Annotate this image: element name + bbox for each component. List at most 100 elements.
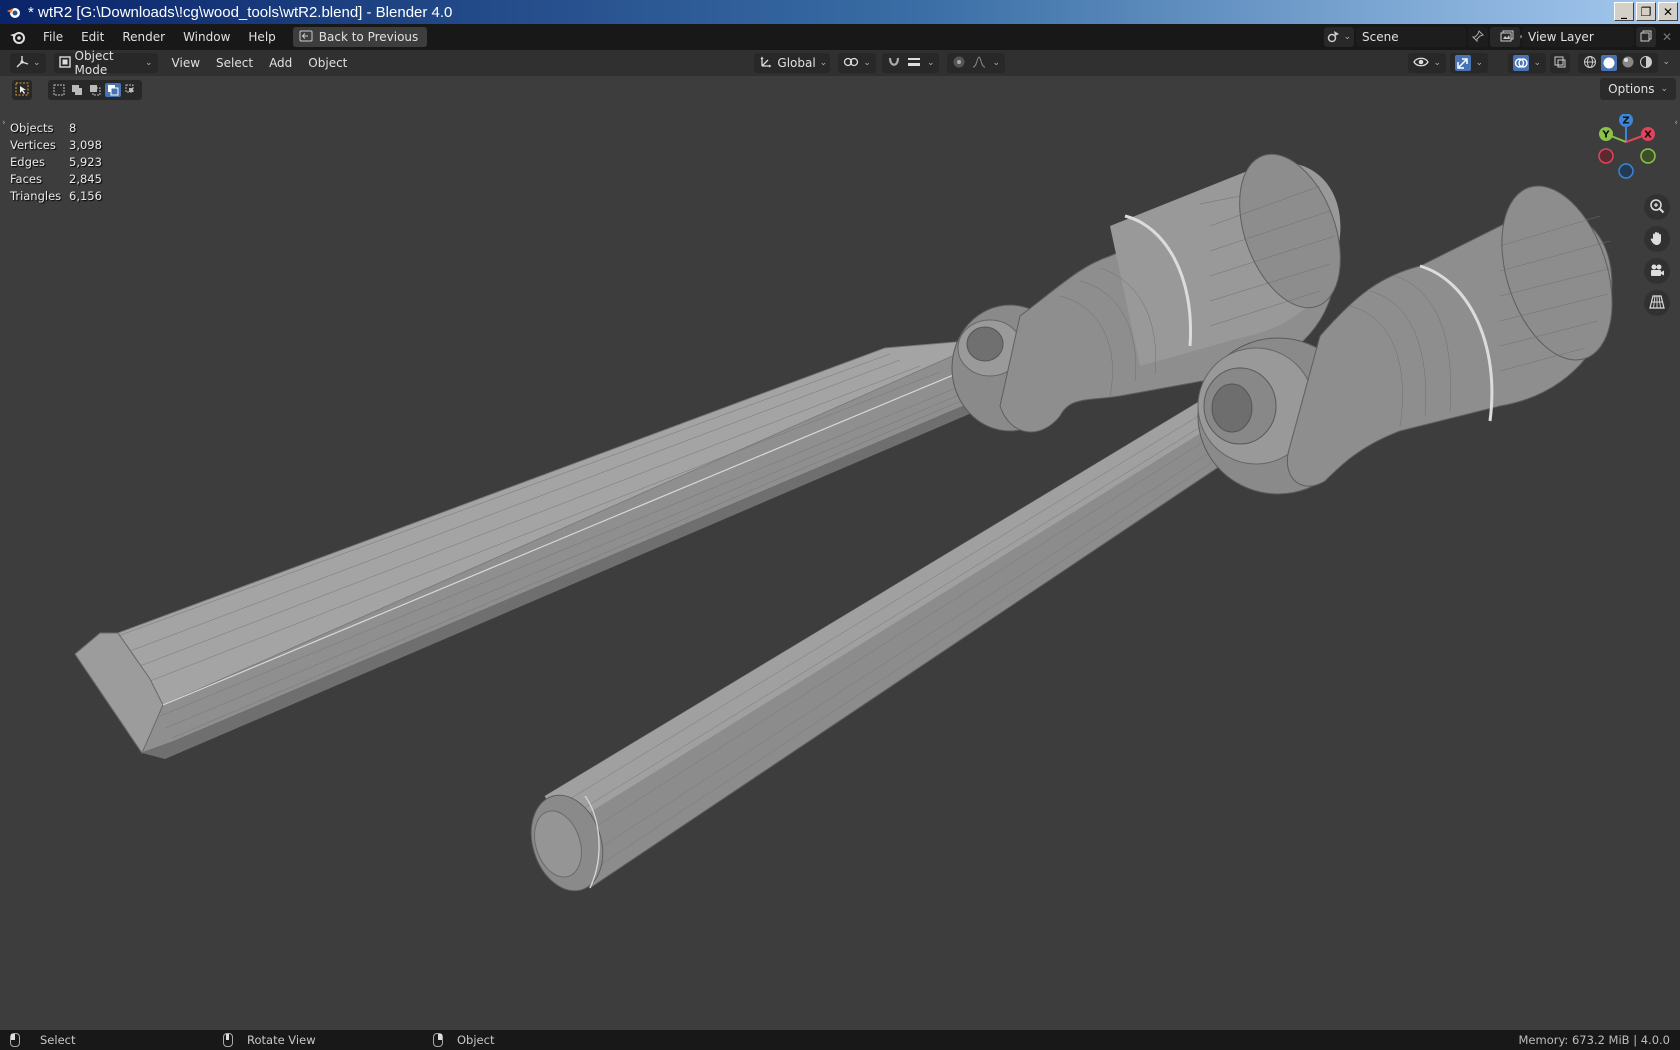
menu-file[interactable]: File xyxy=(34,24,72,50)
pivot-icon xyxy=(843,56,859,71)
menu-add[interactable]: Add xyxy=(261,50,300,76)
close-button[interactable]: ✕ xyxy=(1658,2,1678,21)
select-subtract-icon[interactable] xyxy=(87,83,103,97)
stat-faces-value: 2,845 xyxy=(69,171,102,186)
overlays-icon xyxy=(1513,55,1530,71)
menu-select[interactable]: Select xyxy=(208,50,261,76)
gizmos-toggle[interactable]: ⌄ xyxy=(1450,53,1488,73)
middle-mouse-icon xyxy=(223,1033,233,1047)
pivot-point-dropdown[interactable]: ⌄ xyxy=(838,53,876,73)
negative-z-axis-icon[interactable] xyxy=(1618,163,1634,179)
x-axis-label: X xyxy=(1644,130,1652,141)
proportional-editing-controls[interactable]: ⌄ xyxy=(947,53,1006,73)
selection-mode-group xyxy=(48,80,142,100)
hand-icon xyxy=(1649,230,1665,249)
3d-viewport-icon xyxy=(15,55,29,72)
gizmo-icon xyxy=(1455,55,1472,71)
navigation-gizmo[interactable]: Z X Y xyxy=(1594,114,1658,180)
back-icon xyxy=(299,30,313,45)
sidebar-expand-arrow-icon[interactable]: ‹ xyxy=(1674,118,1678,128)
editor-type-button[interactable]: ⌄ xyxy=(10,53,46,73)
menu-object[interactable]: Object xyxy=(300,50,355,76)
snapping-controls[interactable]: ⌄ xyxy=(881,53,940,73)
view-layer-icon xyxy=(1500,30,1514,45)
view-layer-name-field[interactable]: View Layer xyxy=(1522,27,1634,47)
back-to-previous-button[interactable]: Back to Previous xyxy=(292,27,428,47)
window-title-bar: * wtR2 [G:\Downloads\!cg\wood_tools\wtR2… xyxy=(0,0,1680,24)
select-extend-icon[interactable] xyxy=(69,83,85,97)
status-select-label: Select xyxy=(40,1033,76,1047)
scene-render xyxy=(74,153,1613,892)
z-axis-label: Z xyxy=(1622,116,1629,127)
menu-window[interactable]: Window xyxy=(174,24,239,50)
xray-icon xyxy=(1553,55,1567,72)
object-mode-dropdown[interactable]: Object Mode ⌄ xyxy=(53,49,158,77)
select-intersect-icon[interactable] xyxy=(123,83,139,97)
object-mode-icon xyxy=(58,55,71,71)
options-dropdown[interactable]: Options ⌄ xyxy=(1600,78,1676,100)
pan-button[interactable] xyxy=(1644,226,1670,252)
material-preview-shading-icon[interactable] xyxy=(1621,55,1635,72)
options-label: Options xyxy=(1608,82,1655,96)
minimize-button[interactable]: _ xyxy=(1614,2,1634,21)
left-mouse-icon xyxy=(10,1033,20,1047)
status-rotate-hint: Rotate View xyxy=(223,1033,316,1047)
restore-button[interactable]: ❐ xyxy=(1636,2,1656,21)
menu-render[interactable]: Render xyxy=(113,24,174,50)
3d-viewport[interactable]: › ‹ Objects 8 Vertices 3,098 Edges 5,923 Fa… xyxy=(0,76,1680,1030)
cursor-select-icon xyxy=(15,82,29,99)
status-select-hint: Select xyxy=(10,1033,75,1047)
blender-logo-icon[interactable] xyxy=(0,30,34,44)
menu-view[interactable]: View xyxy=(164,50,208,76)
solid-shading-icon[interactable] xyxy=(1601,55,1617,71)
menu-edit[interactable]: Edit xyxy=(72,24,113,50)
chevron-down-icon: ⌄ xyxy=(1660,84,1668,94)
toolbar-expand-arrow-icon[interactable]: › xyxy=(2,118,6,128)
chevron-down-icon: ⌄ xyxy=(1433,58,1441,68)
y-axis-label: Y xyxy=(1601,130,1610,141)
scene-name-field[interactable]: Scene xyxy=(1356,27,1466,47)
pin-icon xyxy=(1471,29,1484,45)
delete-view-layer-button[interactable]: ✕ xyxy=(1658,27,1676,47)
select-new-icon[interactable] xyxy=(51,83,67,97)
view-layer-name: View Layer xyxy=(1528,30,1594,44)
scene-selector-button[interactable]: ⌄ xyxy=(1324,27,1354,47)
select-tool-button[interactable] xyxy=(12,80,32,100)
chevron-down-icon: ⌄ xyxy=(1475,58,1483,68)
zoom-button[interactable] xyxy=(1644,194,1670,220)
rendered-shading-icon[interactable] xyxy=(1639,55,1653,72)
xray-toggle[interactable] xyxy=(1550,53,1570,73)
view-layer-selector-button[interactable] xyxy=(1494,27,1520,47)
negative-x-axis-icon[interactable] xyxy=(1598,148,1614,164)
status-rotate-label: Rotate View xyxy=(247,1033,316,1047)
stat-edges-value: 5,923 xyxy=(69,154,102,169)
select-invert-icon[interactable] xyxy=(105,83,121,97)
camera-view-button[interactable] xyxy=(1644,258,1670,284)
shading-mode-buttons[interactable] xyxy=(1578,53,1658,73)
overlays-toggle[interactable]: ⌄ xyxy=(1508,53,1546,73)
wireframe-shading-icon[interactable] xyxy=(1583,55,1597,72)
shading-options-chevron-icon[interactable]: ⌄ xyxy=(1662,57,1670,67)
stat-vertices-label: Vertices xyxy=(10,137,56,152)
scene-icon xyxy=(1327,29,1341,46)
perspective-toggle-button[interactable] xyxy=(1644,290,1670,316)
new-view-layer-button[interactable] xyxy=(1636,27,1656,47)
chevron-down-icon: ⌄ xyxy=(1533,58,1541,68)
proportional-editing-icon xyxy=(952,55,966,72)
right-mouse-icon xyxy=(433,1033,443,1047)
scene-statistics: Objects 8 Vertices 3,098 Edges 5,923 Faces 2… xyxy=(10,119,102,204)
pin-scene-button[interactable] xyxy=(1468,27,1488,47)
menu-help[interactable]: Help xyxy=(239,24,284,50)
negative-y-axis-icon[interactable] xyxy=(1640,148,1656,164)
duplicate-icon xyxy=(1640,30,1652,45)
object-visibility-dropdown[interactable]: ⌄ xyxy=(1408,53,1446,73)
orientation-icon xyxy=(759,55,773,72)
stat-triangles-value: 6,156 xyxy=(69,188,102,203)
top-bar: File Edit Render Window Help Back to Pre… xyxy=(0,24,1680,50)
camera-icon xyxy=(1649,262,1665,281)
status-object-label: Object xyxy=(457,1033,495,1047)
stat-triangles-label: Triangles xyxy=(10,188,62,203)
stat-objects-label: Objects xyxy=(10,120,54,135)
chevron-down-icon: ⌄ xyxy=(926,58,935,68)
transform-orientation-dropdown[interactable]: Global ⌄ xyxy=(754,53,831,73)
